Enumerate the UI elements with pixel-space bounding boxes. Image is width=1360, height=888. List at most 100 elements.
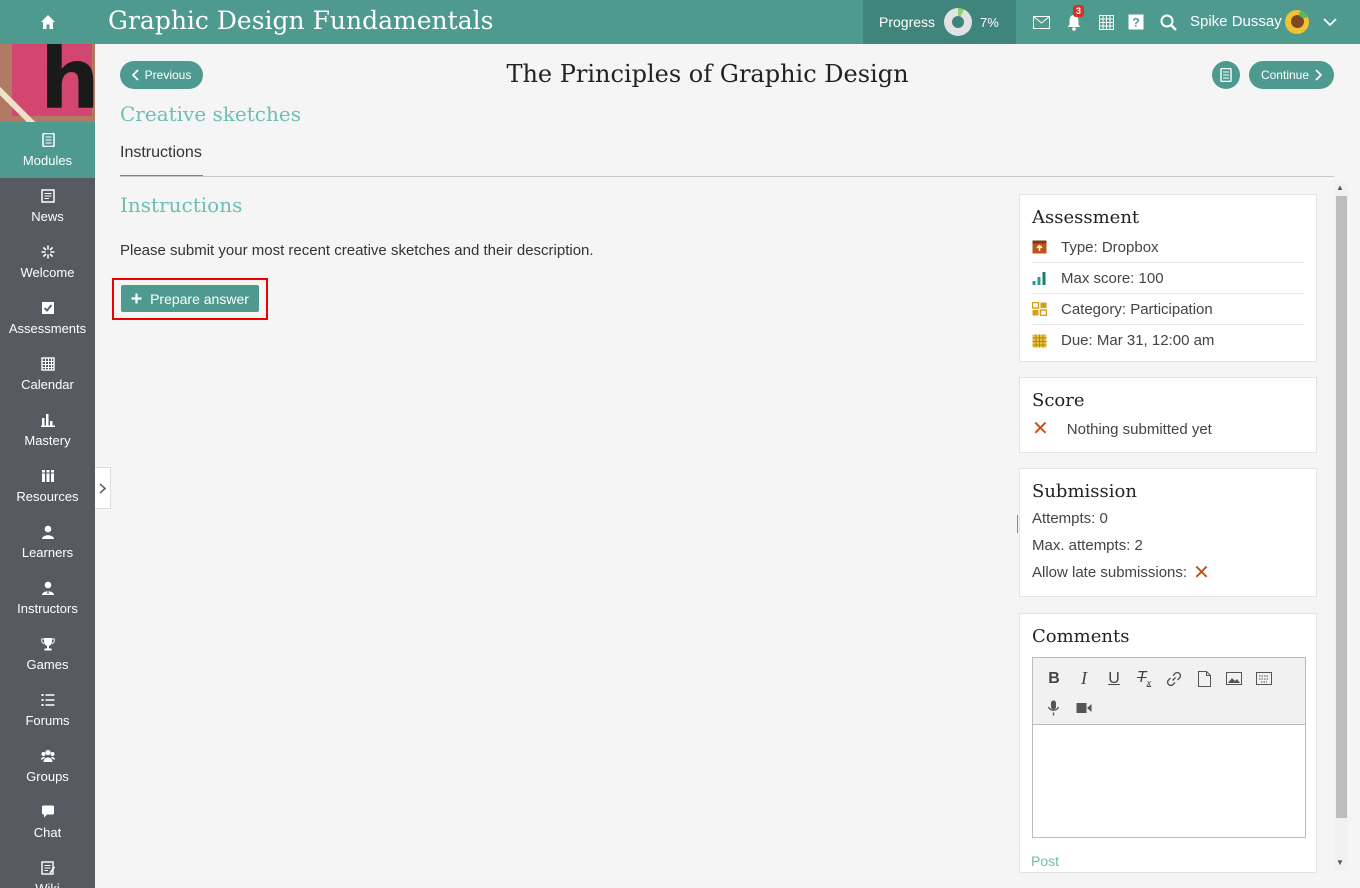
progress-indicator[interactable]: Progress 7% bbox=[863, 0, 1016, 44]
scroll-up-arrow[interactable]: ▲ bbox=[1336, 183, 1344, 192]
assessments-icon bbox=[41, 301, 54, 314]
cross-icon: ✕ bbox=[1193, 561, 1210, 584]
sidebar-item-modules[interactable]: Modules bbox=[0, 122, 95, 178]
comments-title: Comments bbox=[1032, 626, 1130, 647]
svg-text:?: ? bbox=[1132, 16, 1139, 30]
bar-chart-icon bbox=[1032, 272, 1046, 285]
sidebar-item-forums[interactable]: Forums bbox=[0, 682, 95, 738]
bold-icon[interactable]: B bbox=[1039, 664, 1069, 693]
assessment-due: Due: Mar 31, 12:00 am bbox=[1061, 332, 1215, 349]
italic-icon[interactable]: I bbox=[1069, 664, 1099, 693]
sidebar-item-news[interactable]: News bbox=[0, 178, 95, 234]
assessment-category: Category: Participation bbox=[1061, 300, 1213, 318]
assessment-max-score: Max score: 100 bbox=[1061, 269, 1164, 287]
sidebar-item-resources[interactable]: Resources bbox=[0, 458, 95, 514]
sidebar-item-label: Welcome bbox=[20, 264, 75, 280]
page-title: The Principles of Graphic Design bbox=[506, 60, 909, 88]
calendar-grid-icon[interactable] bbox=[1096, 12, 1116, 32]
sidebar-item-label: Groups bbox=[26, 768, 69, 784]
submission-card: Submission Attempts: 0 Max. attempts: 2 … bbox=[1019, 468, 1317, 597]
microphone-icon[interactable] bbox=[1039, 693, 1069, 722]
chevron-right-icon bbox=[99, 482, 106, 494]
score-status: Nothing submitted yet bbox=[1066, 420, 1212, 438]
sidebar-item-label: News bbox=[31, 208, 64, 224]
score-card: Score ✕ Nothing submitted yet bbox=[1019, 377, 1317, 453]
welcome-icon bbox=[41, 245, 54, 258]
calendar-icon bbox=[1032, 334, 1047, 347]
video-icon[interactable] bbox=[1069, 693, 1099, 722]
assessment-category-row: Category: Participation bbox=[1032, 294, 1304, 325]
prepare-answer-button[interactable]: Prepare answer bbox=[121, 285, 259, 312]
user-name[interactable]: Spike Dussay bbox=[1190, 13, 1282, 30]
avatar[interactable] bbox=[1285, 10, 1309, 34]
link-icon[interactable] bbox=[1159, 664, 1189, 693]
mail-icon[interactable] bbox=[1031, 12, 1051, 32]
mastery-icon bbox=[40, 413, 55, 427]
chat-icon bbox=[41, 805, 54, 817]
sidebar-item-assessments[interactable]: Assessments bbox=[0, 290, 95, 346]
image-icon[interactable] bbox=[1219, 664, 1249, 693]
plus-icon bbox=[131, 293, 142, 304]
sidebar-item-groups[interactable]: Groups bbox=[0, 738, 95, 794]
sidebar-item-calendar[interactable]: Calendar bbox=[0, 346, 95, 402]
underline-icon[interactable]: U bbox=[1099, 664, 1129, 693]
sidebar: h Modules News Welcome Assessments Calendar M… bbox=[0, 44, 95, 888]
file-icon[interactable] bbox=[1189, 664, 1219, 693]
tab-instructions[interactable]: Instructions bbox=[120, 144, 203, 177]
scroll-down-arrow[interactable]: ▼ bbox=[1336, 858, 1344, 867]
prepare-answer-label: Prepare answer bbox=[150, 290, 249, 307]
keyboard-icon[interactable] bbox=[1249, 664, 1279, 693]
sidebar-item-mastery[interactable]: Mastery bbox=[0, 402, 95, 458]
assessment-title: Assessment bbox=[1032, 207, 1140, 228]
trophy-icon bbox=[40, 637, 55, 650]
editor-toolbar: B I U Tx bbox=[1033, 658, 1305, 725]
post-link[interactable]: Post bbox=[1031, 853, 1059, 869]
home-button[interactable] bbox=[0, 0, 95, 44]
chevron-down-icon[interactable] bbox=[1320, 12, 1340, 32]
sidebar-item-welcome[interactable]: Welcome bbox=[0, 234, 95, 290]
sidebar-collapse-toggle[interactable] bbox=[95, 467, 111, 509]
sidebar-item-instructors[interactable]: Instructors bbox=[0, 570, 95, 626]
section-title: Creative sketches bbox=[120, 102, 301, 126]
top-bar: Graphic Design Fundamentals Progress 7% … bbox=[0, 0, 1360, 44]
sidebar-item-label: Mastery bbox=[24, 432, 71, 448]
sidebar-item-label: Instructors bbox=[17, 600, 78, 616]
help-icon[interactable]: ? bbox=[1126, 12, 1146, 32]
chevron-right-icon bbox=[1315, 69, 1323, 81]
cross-icon: ✕ bbox=[1032, 418, 1049, 440]
scrollbar-thumb[interactable] bbox=[1336, 196, 1347, 818]
submission-max-attempts: Max. attempts: 2 bbox=[1032, 537, 1143, 554]
notification-badge: 3 bbox=[1073, 5, 1085, 17]
sidebar-item-wiki[interactable]: Wiki bbox=[0, 850, 95, 888]
module-toc-button[interactable] bbox=[1212, 61, 1240, 89]
sidebar-item-label: Assessments bbox=[8, 320, 87, 336]
assessment-max-score-row: Max score: 100 bbox=[1032, 263, 1304, 294]
comment-editor: B I U Tx bbox=[1032, 657, 1306, 838]
comments-card: Comments B I U Tx bbox=[1019, 613, 1317, 873]
sidebar-item-games[interactable]: Games bbox=[0, 626, 95, 682]
search-icon[interactable] bbox=[1158, 12, 1178, 32]
home-icon bbox=[40, 15, 55, 29]
course-title[interactable]: Graphic Design Fundamentals bbox=[108, 6, 493, 35]
submission-attempts: Attempts: 0 bbox=[1032, 510, 1108, 527]
sidebar-nav: Modules News Welcome Assessments Calendar Mas… bbox=[0, 122, 95, 888]
sidebar-item-label: Resources bbox=[16, 488, 79, 504]
sidebar-item-learners[interactable]: Learners bbox=[0, 514, 95, 570]
sidebar-item-chat[interactable]: Chat bbox=[0, 794, 95, 850]
tab-divider bbox=[120, 176, 1334, 177]
calendar-icon bbox=[40, 356, 55, 371]
sidebar-item-label: Games bbox=[26, 656, 69, 672]
assessment-card: Assessment Type: Dropbox Max score: 100 … bbox=[1019, 194, 1317, 362]
score-status-row: ✕ Nothing submitted yet bbox=[1032, 418, 1304, 440]
clear-format-icon[interactable]: Tx bbox=[1129, 664, 1159, 693]
progress-label: Progress bbox=[879, 14, 936, 30]
submission-late-label: Allow late submissions: bbox=[1032, 564, 1188, 581]
news-icon bbox=[40, 188, 55, 203]
continue-label: Continue bbox=[1260, 68, 1310, 82]
sidebar-item-label: Forums bbox=[25, 712, 70, 728]
sidebar-item-label: Learners bbox=[21, 544, 74, 560]
assessment-due-row: Due: Mar 31, 12:00 am bbox=[1032, 325, 1304, 356]
continue-button[interactable]: Continue bbox=[1249, 61, 1334, 89]
comment-textarea[interactable] bbox=[1033, 725, 1305, 837]
sidebar-item-label: Modules bbox=[22, 152, 73, 168]
